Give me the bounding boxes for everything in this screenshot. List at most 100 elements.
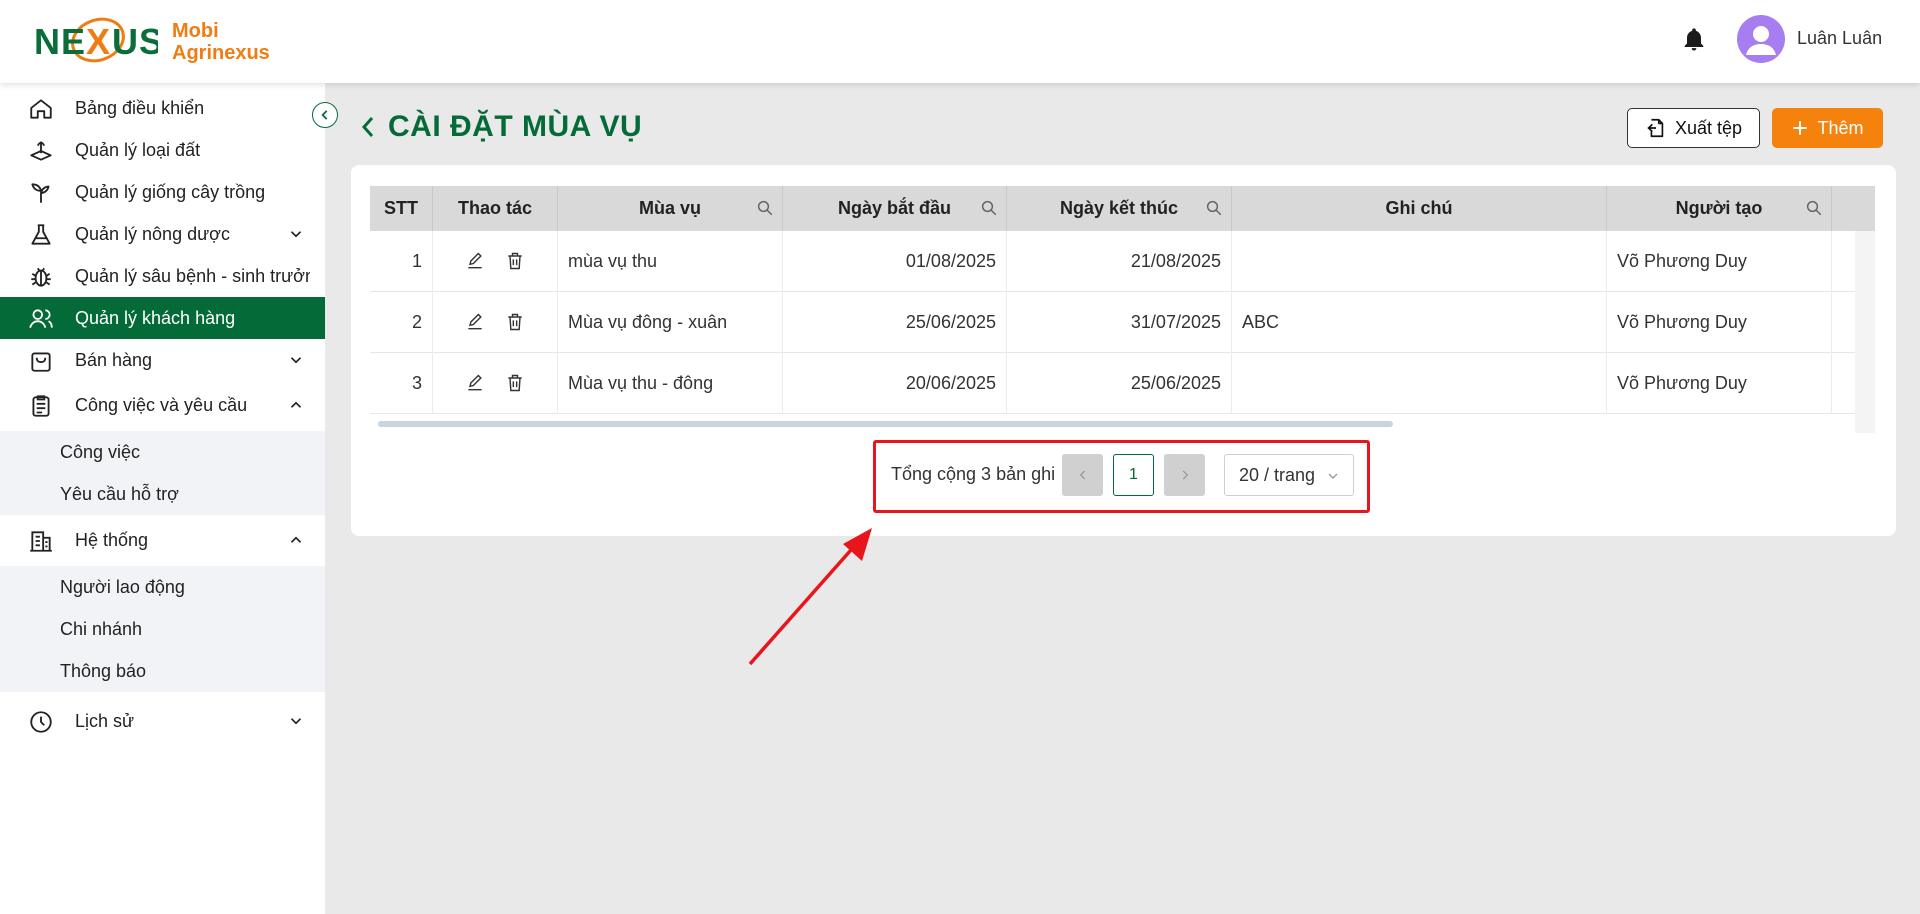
- chevron-up-icon: [290, 401, 302, 408]
- column-header-creator: Người tạo: [1607, 186, 1832, 231]
- sidebar-item-pests[interactable]: Quản lý sâu bệnh - sinh trưởng: [0, 255, 325, 297]
- pagination-page-button[interactable]: 1: [1113, 454, 1154, 496]
- sidebar-subitem-label: Công việc: [60, 442, 141, 462]
- edit-icon[interactable]: [465, 373, 485, 393]
- bell-icon[interactable]: [1680, 26, 1708, 54]
- cell-stt: 3: [370, 353, 433, 414]
- sidebar: Bảng điều khiển Quản lý loại đất Quản lý…: [0, 83, 325, 914]
- cell-start-date: 25/06/2025: [783, 292, 1007, 353]
- chevron-down-icon: [290, 231, 302, 238]
- sidebar-item-label: Quản lý nông dược: [75, 223, 230, 244]
- user-name[interactable]: Luân Luân: [1797, 28, 1882, 49]
- plus-icon: [1793, 121, 1808, 135]
- sidebar-item-history[interactable]: Lịch sử: [0, 700, 325, 742]
- search-icon[interactable]: [980, 199, 998, 217]
- chevron-left-icon: [321, 110, 328, 120]
- column-header-note: Ghi chú: [1232, 186, 1607, 231]
- sidebar-item-plants[interactable]: Quản lý giống cây trồng: [0, 171, 325, 213]
- top-header: NE X US Mobi Agrinexus Luân Luân: [0, 0, 1920, 83]
- clipboard-icon: [32, 395, 50, 417]
- cell-season: Mùa vụ đông - xuân: [558, 292, 783, 353]
- sidebar-item-sales[interactable]: Bán hàng: [0, 339, 325, 381]
- add-button[interactable]: Thêm: [1772, 108, 1883, 148]
- export-button-label: Xuất tệp: [1674, 117, 1743, 138]
- sidebar-item-label: Lịch sử: [75, 710, 135, 731]
- column-header-end-date: Ngày kết thúc: [1007, 186, 1232, 231]
- delete-icon[interactable]: [505, 373, 525, 393]
- svg-text:US: US: [112, 21, 158, 62]
- table-row: 3 Mùa vụ thu - đông 20/06/2025 25/06/202…: [370, 353, 1855, 414]
- sidebar-item-pesticides[interactable]: Quản lý nông dược: [0, 213, 325, 255]
- export-button[interactable]: Xuất tệp: [1627, 108, 1760, 148]
- cell-note: ABC: [1232, 292, 1607, 353]
- pagination-next-button[interactable]: [1164, 454, 1205, 496]
- table-horizontal-scrollbar[interactable]: [378, 421, 1393, 427]
- page-heading: CÀI ĐẶT MÙA VỤ: [356, 110, 642, 144]
- sidebar-item-label: Công việc và yêu cầu: [75, 394, 248, 415]
- cell-actions: [433, 231, 558, 292]
- column-header-label: Ngày kết thúc: [1059, 198, 1179, 218]
- sidebar-item-label: Bảng điều khiển: [75, 97, 205, 118]
- sidebar-item-label: Quản lý giống cây trồng: [75, 181, 266, 202]
- cell-note: [1232, 231, 1607, 292]
- chevron-down-icon: [290, 357, 302, 364]
- cell-stt: 2: [370, 292, 433, 353]
- column-header-label: Mùa vụ: [638, 198, 701, 218]
- cell-season: Mùa vụ thu - đông: [558, 353, 783, 414]
- brand-logo[interactable]: NE X US Mobi Agrinexus: [34, 14, 270, 70]
- column-header-start-date: Ngày bắt đầu: [783, 186, 1007, 231]
- chevron-left-icon: [1079, 470, 1085, 480]
- page-size-select[interactable]: 20 / trang: [1224, 454, 1354, 496]
- cell-creator: Võ Phương Duy: [1607, 231, 1832, 292]
- sidebar-item-label: Quản lý loại đất: [75, 139, 201, 160]
- brand-name-line1: Mobi: [172, 20, 219, 42]
- cell-season: mùa vụ thu: [558, 231, 783, 292]
- search-icon[interactable]: [1805, 199, 1823, 217]
- cell-end-date: 21/08/2025: [1007, 231, 1232, 292]
- sidebar-item-label: Bán hàng: [75, 349, 153, 370]
- sidebar-item-label: Quản lý sâu bệnh - sinh trưởng: [75, 265, 310, 286]
- chevron-right-icon: [1182, 470, 1188, 480]
- sidebar-item-work[interactable]: Công việc và yêu cầu: [0, 384, 325, 426]
- svg-text:X: X: [86, 21, 110, 62]
- home-icon: [30, 99, 52, 119]
- pagination-prev-button[interactable]: [1062, 454, 1103, 496]
- plant-icon: [31, 183, 50, 203]
- chevron-up-icon: [290, 536, 302, 543]
- sidebar-collapse-button[interactable]: [312, 102, 338, 128]
- cell-note: [1232, 353, 1607, 414]
- cell-actions: [433, 292, 558, 353]
- search-icon[interactable]: [756, 199, 774, 217]
- sidebar-item-soil[interactable]: Quản lý loại đất: [0, 129, 325, 171]
- chevron-down-icon: [1328, 473, 1338, 479]
- cell-end-date: 31/07/2025: [1007, 292, 1232, 353]
- sidebar-subitem-support[interactable]: Yêu cầu hỗ trợ: [0, 473, 325, 515]
- delete-icon[interactable]: [505, 251, 525, 271]
- sidebar-item-customers[interactable]: Quản lý khách hàng: [0, 297, 325, 339]
- search-icon[interactable]: [1205, 199, 1223, 217]
- sidebar-item-system[interactable]: Hệ thống: [0, 519, 325, 561]
- sidebar-subitem-tasks[interactable]: Công việc: [0, 431, 325, 473]
- column-header-season: Mùa vụ: [558, 186, 783, 231]
- table-vertical-scrollbar[interactable]: [1855, 231, 1875, 433]
- sidebar-subitem-label: Yêu cầu hỗ trợ: [60, 484, 179, 504]
- edit-icon[interactable]: [465, 312, 485, 332]
- add-button-label: Thêm: [1817, 117, 1864, 138]
- pagination-total: Tổng cộng 3 bản ghi: [891, 464, 1056, 484]
- nexus-logo-mark: NE X US: [34, 14, 163, 70]
- sidebar-item-dashboard[interactable]: Bảng điều khiển: [0, 87, 325, 129]
- sidebar-subitem-notifications[interactable]: Thông báo: [0, 650, 325, 692]
- sidebar-subitem-workers[interactable]: Người lao động: [0, 566, 325, 608]
- sidebar-item-label: Hệ thống: [75, 529, 149, 550]
- user-avatar[interactable]: [1737, 15, 1785, 63]
- sidebar-subitem-label: Thông báo: [60, 661, 147, 681]
- sidebar-subitem-branches[interactable]: Chi nhánh: [0, 608, 325, 650]
- back-chevron-icon[interactable]: [356, 112, 380, 142]
- cell-creator: Võ Phương Duy: [1607, 353, 1832, 414]
- delete-icon[interactable]: [505, 312, 525, 332]
- cell-actions: [433, 353, 558, 414]
- column-header-stt: STT: [370, 186, 433, 231]
- cell-start-date: 20/06/2025: [783, 353, 1007, 414]
- column-header-label: Ngày bắt đầu: [837, 198, 952, 218]
- edit-icon[interactable]: [465, 251, 485, 271]
